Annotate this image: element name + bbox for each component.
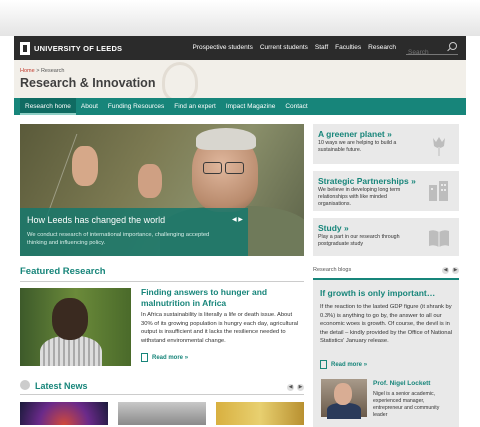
- toplink-prospective[interactable]: Prospective students: [192, 44, 252, 51]
- news-thumb-brain[interactable]: [20, 402, 108, 425]
- page-header: Home > Research Research & Innovation: [14, 60, 466, 102]
- next-arrow-icon[interactable]: ▶: [238, 217, 243, 223]
- hero-arrows[interactable]: ◀ ▶: [232, 216, 243, 223]
- promo-strategic-partnerships[interactable]: Strategic Partnerships » We believe in d…: [313, 171, 459, 211]
- author-desc: Nigel is a senior academic, experienced …: [373, 391, 440, 418]
- promo-title[interactable]: A greener planet: [318, 129, 385, 139]
- chevron-right-icon: »: [344, 223, 349, 233]
- news-next-icon[interactable]: ▶: [297, 384, 304, 391]
- logo-text: UNIVERSITY OF LEEDS: [34, 43, 123, 53]
- author-name[interactable]: Prof. Nigel Lockett: [373, 380, 430, 387]
- read-more-label: Read more: [152, 355, 184, 362]
- news-thumb-lab[interactable]: [118, 402, 206, 425]
- buildings-icon: [429, 181, 448, 201]
- global-topbar: UNIVERSITY OF LEEDS Prospective students…: [14, 36, 466, 60]
- book-icon: [429, 230, 449, 247]
- promo-title[interactable]: Strategic Partnerships: [318, 176, 409, 186]
- promo-study[interactable]: Study » Play a part in our research thro…: [313, 218, 459, 256]
- section-nav: Research home About Funding Resources Fi…: [14, 98, 466, 115]
- search-input[interactable]: [406, 47, 450, 58]
- featured-heading: Featured Research: [20, 266, 106, 277]
- featured-person-face: [52, 298, 88, 340]
- promo-desc: We believe in developing long term relat…: [318, 187, 401, 207]
- breadcrumb-home[interactable]: Home: [20, 68, 35, 74]
- toplink-staff[interactable]: Staff: [315, 44, 328, 51]
- featured-person-shirt: [40, 336, 102, 366]
- blog-desc: If the reaction to the lasted GDP figure…: [320, 304, 453, 344]
- toplink-research[interactable]: Research: [368, 44, 396, 51]
- nav-contact[interactable]: Contact: [280, 98, 312, 115]
- hero-desc: We conduct research of international imp…: [27, 232, 210, 246]
- promo-desc: Play a part in our research through post…: [318, 234, 400, 247]
- featured-read-more[interactable]: Read more »: [141, 353, 188, 362]
- nav-research-home[interactable]: Research home: [20, 98, 76, 115]
- research-blog-panel: If growth is only important… If the reac…: [313, 278, 459, 427]
- promo-title[interactable]: Study: [318, 223, 342, 233]
- toplink-faculties[interactable]: Faculties: [335, 44, 361, 51]
- author-face: [334, 383, 352, 405]
- news-prev-icon[interactable]: ◀: [287, 384, 294, 391]
- document-icon: [141, 353, 148, 362]
- read-more-label: Read more: [331, 362, 363, 369]
- blog-read-more[interactable]: Read more »: [320, 360, 367, 369]
- breadcrumb: Home > Research: [20, 68, 65, 74]
- promo-greener-planet[interactable]: A greener planet » 10 ways we are helpin…: [313, 124, 459, 164]
- nav-funding-resources[interactable]: Funding Resources: [103, 98, 169, 115]
- chevron-right-icon: »: [387, 129, 392, 139]
- hero-glasses-right: [225, 162, 244, 174]
- chevron-right-icon: »: [363, 362, 368, 369]
- hero-hand-2: [138, 164, 162, 198]
- featured-divider: [20, 281, 304, 282]
- chevron-right-icon: »: [411, 176, 416, 186]
- featured-title[interactable]: Finding answers to hunger and malnutriti…: [141, 287, 291, 309]
- search-box: [406, 41, 458, 58]
- tulip-icon: [433, 137, 445, 156]
- news-icon: [20, 380, 30, 390]
- blog-next-icon[interactable]: ▶: [452, 267, 459, 274]
- browser-top-fade: [0, 0, 480, 36]
- nav-about[interactable]: About: [76, 98, 103, 115]
- author-body: [327, 403, 361, 419]
- hero-person-hair: [196, 128, 256, 150]
- breadcrumb-current: Research: [40, 68, 65, 74]
- crest-icon: [20, 41, 30, 55]
- research-blogs-label: Research blogs: [313, 267, 352, 273]
- search-icon[interactable]: [449, 42, 457, 50]
- nav-impact-magazine[interactable]: Impact Magazine: [221, 98, 281, 115]
- hero-caption: How Leeds has changed the world We condu…: [20, 208, 248, 256]
- blog-prev-icon[interactable]: ◀: [442, 267, 449, 274]
- latest-news-heading: Latest News: [35, 381, 88, 391]
- prev-arrow-icon[interactable]: ◀: [232, 217, 237, 223]
- hero-hand: [72, 146, 98, 186]
- news-thumb-people[interactable]: [216, 402, 304, 425]
- hero-carousel[interactable]: How Leeds has changed the world We condu…: [20, 124, 304, 256]
- featured-desc: In Africa sustainability is literally a …: [141, 312, 299, 344]
- document-icon: [320, 360, 327, 369]
- news-divider: [20, 394, 304, 395]
- chevron-right-icon: »: [184, 355, 189, 362]
- nav-find-expert[interactable]: Find an expert: [169, 98, 221, 115]
- author-photo: [321, 379, 367, 419]
- university-logo[interactable]: UNIVERSITY OF LEEDS: [20, 41, 122, 55]
- blog-title[interactable]: If growth is only important…: [320, 288, 435, 298]
- featured-image[interactable]: [20, 288, 131, 366]
- toplink-current[interactable]: Current students: [260, 44, 308, 51]
- lightbulb-icon: [162, 62, 198, 102]
- hero-glasses-left: [203, 162, 222, 174]
- hero-title[interactable]: How Leeds has changed the world: [27, 215, 165, 225]
- promo-desc: 10 ways we are helping to build a sustai…: [318, 140, 397, 153]
- page-title: Research & Innovation: [20, 76, 156, 90]
